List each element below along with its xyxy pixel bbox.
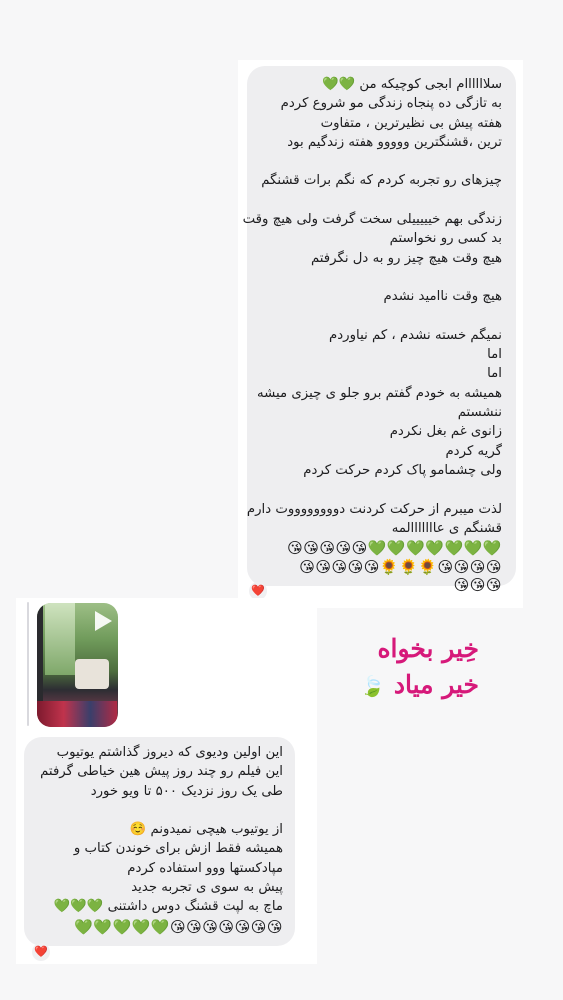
message-line: همیشه به خودم گفتم برو جلو ی چیزی میشه — [257, 385, 502, 401]
message-line: هیچ وقت ناامید نشدم — [383, 289, 502, 305]
message-line: هیچ وقت هیچ چیز رو به دل نگرفتم — [310, 250, 502, 266]
reaction-heart-icon-bottom[interactable]: ❤️ — [32, 943, 50, 961]
reply-indicator — [27, 602, 29, 726]
message-line: ترین ،قشنگترین ووووو هفته زندگیم بود — [287, 134, 502, 150]
message-line: ولی چشمامو پاک کردم حرکت کردم — [303, 462, 502, 478]
message-line: سلاااااام ابجی کوچیکه من 💚💚 — [321, 77, 502, 92]
message-line: لذت میبرم از حرکت کردنت دووووووووت دارم — [246, 501, 502, 517]
emoji-rows-bottom: 😘😘😘😘😘😘😘💚💚💚💚💚 — [32, 918, 283, 937]
message-text-bottom: این اولین ودیوی که دیروز گذاشتم یوتیوب ای… — [32, 743, 283, 917]
message-line: این اولین ودیوی که دیروز گذاشتم یوتیوب — [56, 745, 283, 760]
message-line: ننشستم — [457, 405, 502, 421]
proverb-line-2: خیر میاد 🍃 — [360, 666, 479, 705]
message-line: همیشه فقط ازش برای خوندن کتاب و — [73, 841, 283, 857]
message-line: گریه کردم — [445, 443, 502, 459]
emoji-row: 😘😘😘 — [453, 576, 502, 595]
message-line: قشنگم ی عااااااالمه — [391, 520, 502, 536]
sewing-machine — [75, 659, 109, 689]
message-text-top: سلاااااام ابجی کوچیکه من 💚💚 به تازگی ده پ… — [242, 75, 502, 538]
message-line: هفته پیش بی نظیرترین ، متفاوت — [320, 115, 502, 131]
emoji-row: 😘😘😘😘😘😘😘💚💚💚💚💚 — [74, 917, 283, 936]
play-icon[interactable] — [95, 611, 112, 631]
message-line: بد کسی رو نخواستم — [389, 231, 502, 247]
proverb-line-2-text: خیر میاد — [393, 670, 479, 699]
message-line: زانوی غم بغل نکردم — [389, 424, 502, 440]
thumbnail-window — [45, 603, 75, 675]
message-bubble-bottom[interactable]: این اولین ودیوی که دیروز گذاشتم یوتیوب ای… — [24, 737, 295, 946]
proverb-line-1: خِیر بخواه — [377, 634, 479, 663]
message-line: از یوتیوب هیچی نمیدونم ☺️ — [129, 822, 283, 838]
message-line: چیزهای رو تجربه کردم که نگم برات قشنگم — [261, 173, 502, 189]
emoji-rows-top: 💚💚💚💚💚💚💚😘😘😘😘😘 😘😘😘😘🌻🌻🌻😘😘😘😘😘 😘😘😘 — [255, 539, 502, 595]
message-line: نمیگم خسته نشدم ، کم نیاوردم — [329, 327, 502, 343]
video-thumbnail[interactable] — [37, 603, 118, 727]
message-line: طی یک روز نزدیک ۵۰۰ تا ویو خورد — [90, 783, 283, 799]
message-line: به تازگی ده پنجاه زندگی مو شروع کردم — [280, 96, 502, 112]
message-line: زندگی بهم خیییییلی سخت گرفت ولی هیچ وقت — [242, 212, 502, 228]
thumbnail-fabric — [37, 701, 117, 727]
message-line: مپادکستها ووو استفاده کردم — [127, 860, 283, 876]
thumbnail-frame — [37, 603, 43, 713]
leaf-icon: 🍃 — [360, 674, 386, 698]
emoji-row: 😘😘😘😘🌻🌻🌻😘😘😘😘😘 — [299, 557, 502, 576]
message-line: این فیلم رو چند روز پیش هین خیاطی گرفتم — [40, 764, 283, 780]
message-line: اما — [487, 347, 502, 363]
message-line: پیش به سوی ی تجربه جدید — [131, 880, 283, 896]
message-line: اما — [487, 366, 502, 382]
emoji-row: 💚💚💚💚💚💚💚😘😘😘😘😘 — [287, 539, 502, 558]
message-line: ماچ به لپت قشنگ دوس داشتنی 💚💚💚 — [53, 899, 283, 915]
message-bubble-top[interactable]: سلاااااام ابجی کوچیکه من 💚💚 به تازگی ده پ… — [242, 66, 516, 594]
